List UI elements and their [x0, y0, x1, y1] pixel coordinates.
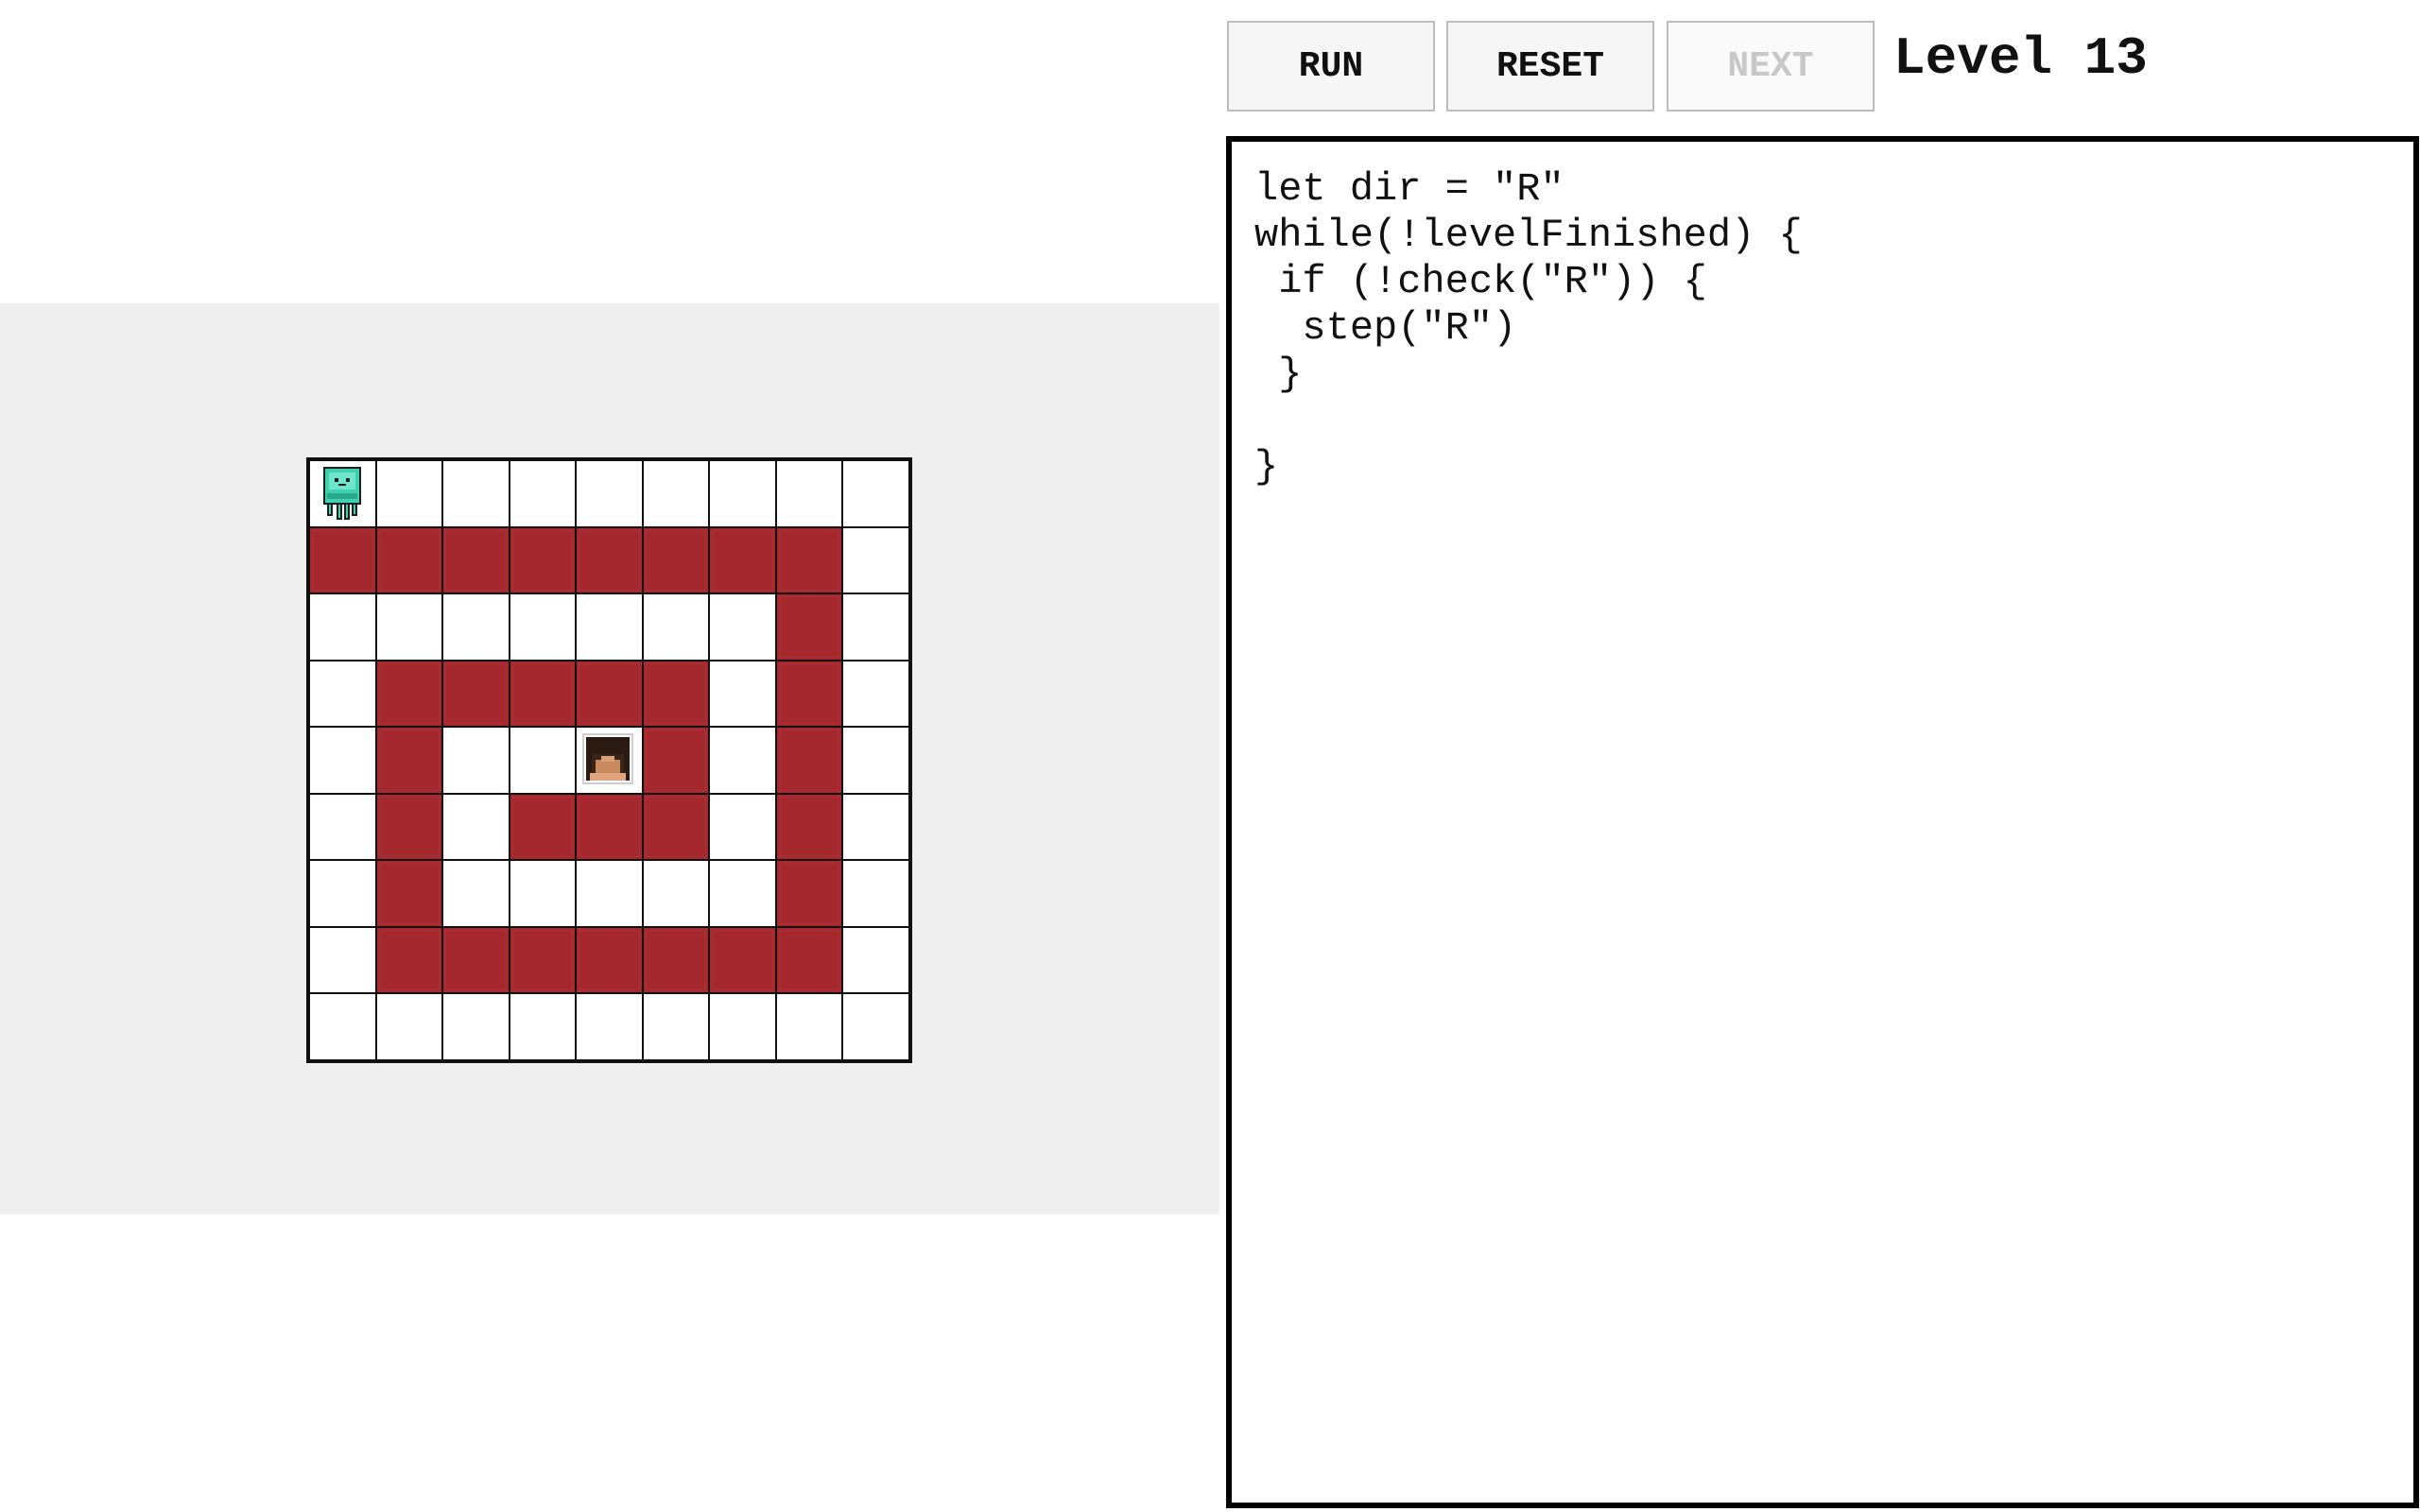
floor-tile: [442, 860, 510, 927]
wall-tile: [775, 660, 842, 727]
next-button[interactable]: NEXT: [1667, 21, 1875, 112]
code-line[interactable]: [1254, 398, 2391, 444]
floor-tile: [509, 860, 576, 927]
floor-tile: [309, 660, 376, 727]
floor-tile: [842, 793, 909, 860]
wall-tile: [642, 727, 709, 794]
floor-tile: [642, 593, 709, 661]
game-area: [0, 303, 1219, 1214]
wall-tile: [375, 793, 442, 860]
wall-tile: [309, 526, 376, 593]
reset-button[interactable]: RESET: [1446, 21, 1654, 112]
floor-tile: [509, 593, 576, 661]
floor-tile: [642, 993, 709, 1060]
floor-tile: [576, 727, 643, 794]
goal-icon: [582, 733, 633, 784]
wall-tile: [442, 660, 510, 727]
floor-tile: [709, 660, 776, 727]
floor-tile: [842, 526, 909, 593]
floor-tile: [642, 860, 709, 927]
floor-tile: [576, 460, 643, 527]
floor-tile: [309, 460, 376, 527]
floor-tile: [642, 460, 709, 527]
floor-tile: [442, 727, 510, 794]
level-title: Level 13: [1893, 28, 2148, 89]
code-text[interactable]: let dir = "R" while(!levelFinished) { if …: [1254, 166, 2391, 490]
floor-tile: [709, 727, 776, 794]
wall-tile: [775, 860, 842, 927]
floor-tile: [509, 460, 576, 527]
wall-tile: [509, 660, 576, 727]
floor-tile: [309, 860, 376, 927]
wall-tile: [775, 926, 842, 993]
floor-tile: [842, 593, 909, 661]
floor-tile: [309, 793, 376, 860]
wall-tile: [576, 526, 643, 593]
floor-tile: [842, 926, 909, 993]
game-board: [306, 457, 912, 1063]
wall-tile: [576, 926, 643, 993]
floor-tile: [309, 593, 376, 661]
wall-tile: [775, 793, 842, 860]
floor-tile: [775, 460, 842, 527]
floor-tile: [842, 860, 909, 927]
robot-icon: [323, 467, 361, 520]
wall-tile: [509, 793, 576, 860]
floor-tile: [442, 793, 510, 860]
floor-tile: [442, 460, 510, 527]
wall-tile: [642, 660, 709, 727]
wall-tile: [709, 526, 776, 593]
floor-tile: [709, 993, 776, 1060]
code-line[interactable]: if (!check("R")) {: [1254, 259, 2391, 305]
floor-tile: [709, 860, 776, 927]
floor-tile: [509, 727, 576, 794]
wall-tile: [509, 526, 576, 593]
floor-tile: [775, 993, 842, 1060]
code-editor[interactable]: let dir = "R" while(!levelFinished) { if …: [1226, 136, 2419, 1508]
floor-tile: [842, 727, 909, 794]
wall-tile: [775, 593, 842, 661]
floor-tile: [375, 993, 442, 1060]
floor-tile: [309, 727, 376, 794]
wall-tile: [642, 526, 709, 593]
floor-tile: [842, 993, 909, 1060]
wall-tile: [509, 926, 576, 993]
floor-tile: [709, 793, 776, 860]
floor-tile: [309, 993, 376, 1060]
wall-tile: [375, 660, 442, 727]
floor-tile: [442, 593, 510, 661]
floor-tile: [576, 993, 643, 1060]
code-line[interactable]: step("R"): [1254, 305, 2391, 352]
wall-tile: [375, 926, 442, 993]
run-button[interactable]: RUN: [1227, 21, 1435, 112]
floor-tile: [842, 660, 909, 727]
floor-tile: [442, 993, 510, 1060]
floor-tile: [842, 460, 909, 527]
code-line[interactable]: let dir = "R": [1254, 166, 2391, 213]
code-line[interactable]: }: [1254, 444, 2391, 490]
wall-tile: [576, 660, 643, 727]
floor-tile: [576, 593, 643, 661]
wall-tile: [442, 926, 510, 993]
floor-tile: [375, 460, 442, 527]
wall-tile: [642, 793, 709, 860]
wall-tile: [576, 793, 643, 860]
wall-tile: [375, 727, 442, 794]
code-line[interactable]: }: [1254, 352, 2391, 398]
wall-tile: [642, 926, 709, 993]
wall-tile: [775, 526, 842, 593]
wall-tile: [375, 860, 442, 927]
floor-tile: [576, 860, 643, 927]
floor-tile: [709, 593, 776, 661]
floor-tile: [509, 993, 576, 1060]
wall-tile: [775, 727, 842, 794]
wall-tile: [375, 526, 442, 593]
code-line[interactable]: while(!levelFinished) {: [1254, 213, 2391, 259]
wall-tile: [442, 526, 510, 593]
wall-tile: [709, 926, 776, 993]
floor-tile: [375, 593, 442, 661]
floor-tile: [309, 926, 376, 993]
floor-tile: [709, 460, 776, 527]
